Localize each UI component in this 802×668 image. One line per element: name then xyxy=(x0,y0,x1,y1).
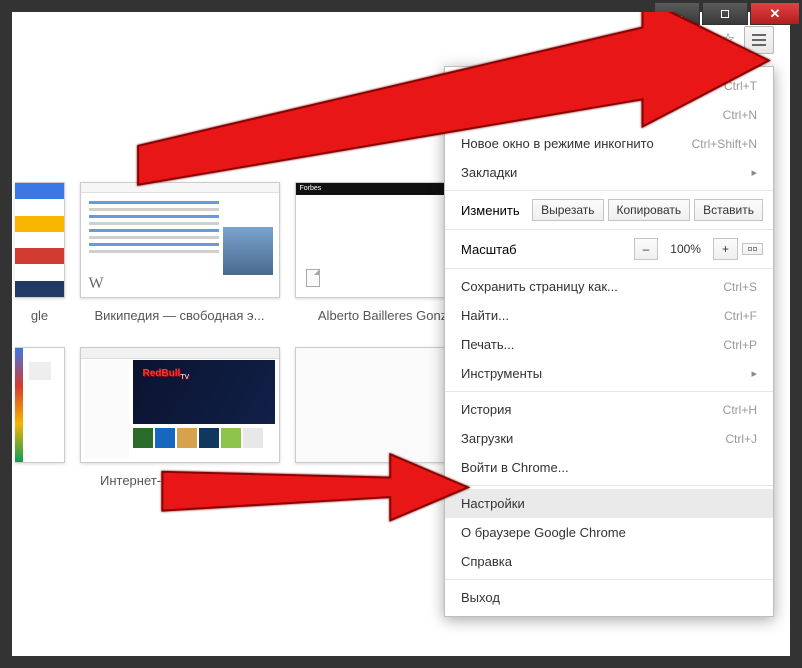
menu-label: Изменить xyxy=(461,203,520,218)
menu-label: Войти в Chrome... xyxy=(461,460,569,475)
menu-about[interactable]: О браузере Google Chrome xyxy=(445,518,773,547)
paste-button[interactable]: Вставить xyxy=(694,199,763,221)
menu-find[interactable]: Найти... Ctrl+F xyxy=(445,301,773,330)
menu-separator xyxy=(445,190,773,191)
thumb-chrome-store[interactable]: RedBullTV Интернет-магазин Chrome xyxy=(77,347,282,488)
menu-new-tab[interactable]: Новая вкладка Ctrl+T xyxy=(445,71,773,100)
menu-separator xyxy=(445,268,773,269)
menu-shortcut: Ctrl+S xyxy=(723,280,757,294)
menu-label: Загрузки xyxy=(461,431,513,446)
menu-label: Найти... xyxy=(461,308,509,323)
menu-button[interactable] xyxy=(744,26,774,54)
menu-label: Новое окно xyxy=(461,107,530,122)
thumb-wikipedia[interactable]: W Википедия — свободная э... xyxy=(77,182,282,323)
menu-downloads[interactable]: Загрузки Ctrl+J xyxy=(445,424,773,453)
menu-history[interactable]: История Ctrl+H xyxy=(445,395,773,424)
menu-separator xyxy=(445,229,773,230)
copy-button[interactable]: Копировать xyxy=(608,199,691,221)
menu-shortcut: Ctrl+J xyxy=(725,432,757,446)
menu-save-as[interactable]: Сохранить страницу как... Ctrl+S xyxy=(445,272,773,301)
redbull-sub: TV xyxy=(180,374,189,381)
main-menu: Новая вкладка Ctrl+T Новое окно Ctrl+N Н… xyxy=(444,66,774,617)
zoom-percent: 100% xyxy=(662,242,709,256)
thumb-caption: gle xyxy=(31,308,48,323)
menu-label: Настройки xyxy=(461,496,525,511)
chevron-right-icon: ▸ xyxy=(751,367,757,380)
menu-label: О браузере Google Chrome xyxy=(461,525,626,540)
menu-label: Сохранить страницу как... xyxy=(461,279,618,294)
menu-tools[interactable]: Инструменты ▸ xyxy=(445,359,773,388)
menu-shortcut: Ctrl+F xyxy=(724,309,757,323)
toolbar-right: ☆ xyxy=(718,26,774,54)
thumb-caption: Интернет-магазин Chrome xyxy=(100,473,259,488)
chevron-right-icon: ▸ xyxy=(751,166,757,179)
menu-separator xyxy=(445,391,773,392)
menu-zoom: Масштаб – 100% + xyxy=(445,233,773,265)
document-icon xyxy=(306,269,320,287)
menu-print[interactable]: Печать... Ctrl+P xyxy=(445,330,773,359)
fullscreen-button[interactable] xyxy=(742,243,763,255)
menu-shortcut: Ctrl+H xyxy=(723,403,757,417)
menu-label: Инструменты xyxy=(461,366,542,381)
menu-exit[interactable]: Выход xyxy=(445,583,773,612)
zoom-out-button[interactable]: – xyxy=(634,238,659,260)
menu-shortcut: Ctrl+P xyxy=(723,338,757,352)
menu-new-window[interactable]: Новое окно Ctrl+N xyxy=(445,100,773,129)
menu-signin[interactable]: Войти в Chrome... xyxy=(445,453,773,482)
menu-help[interactable]: Справка xyxy=(445,547,773,576)
menu-shortcut: Ctrl+T xyxy=(724,79,757,93)
menu-label: Справка xyxy=(461,554,512,569)
window-controls: ✕ xyxy=(654,3,800,25)
menu-label: Закладки xyxy=(461,165,517,180)
menu-shortcut: Ctrl+N xyxy=(723,108,757,122)
zoom-in-button[interactable]: + xyxy=(713,238,738,260)
menu-label: Печать... xyxy=(461,337,514,352)
thumb-caption: Википедия — свободная э... xyxy=(95,308,265,323)
menu-bookmarks[interactable]: Закладки ▸ xyxy=(445,158,773,187)
cut-button[interactable]: Вырезать xyxy=(532,199,603,221)
menu-label: История xyxy=(461,402,511,417)
menu-incognito[interactable]: Новое окно в режиме инкогнито Ctrl+Shift… xyxy=(445,129,773,158)
menu-label: Новая вкладка xyxy=(461,78,551,93)
menu-separator xyxy=(445,579,773,580)
wikipedia-logo-icon: W xyxy=(89,275,104,293)
browser-window: ✕ ☆ gle xyxy=(0,0,802,668)
thumb-google[interactable]: gle xyxy=(12,182,67,323)
menu-separator xyxy=(445,485,773,486)
maximize-button[interactable] xyxy=(702,3,748,25)
menu-edit: Изменить Вырезать Копировать Вставить xyxy=(445,194,773,226)
new-tab-thumbnails: gle W Википедия — свободная э... Forbes … xyxy=(12,182,320,488)
menu-label: Выход xyxy=(461,590,500,605)
menu-label: Новое окно в режиме инкогнито xyxy=(461,136,654,151)
menu-settings[interactable]: Настройки xyxy=(445,489,773,518)
thumb-partial-2[interactable] xyxy=(12,347,67,488)
redbull-label: RedBull xyxy=(143,368,181,379)
menu-shortcut: Ctrl+Shift+N xyxy=(692,137,757,151)
menu-label: Масштаб xyxy=(461,242,517,257)
minimize-button[interactable] xyxy=(654,3,700,25)
bookmark-star-icon[interactable]: ☆ xyxy=(718,30,738,50)
close-button[interactable]: ✕ xyxy=(750,3,800,25)
